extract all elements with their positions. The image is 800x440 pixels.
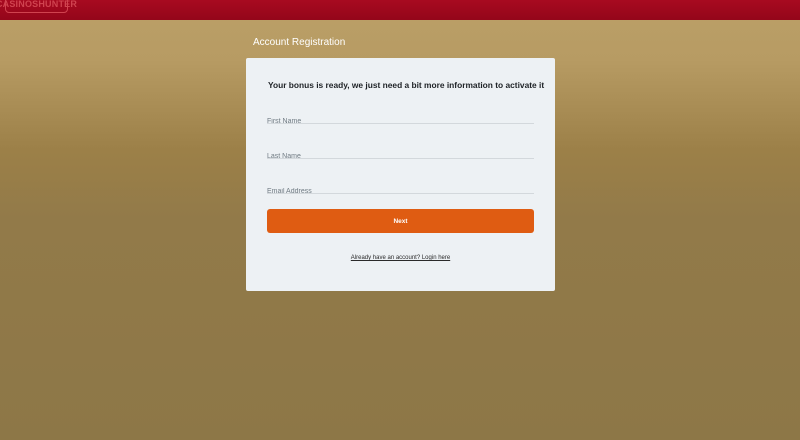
last-name-input[interactable] [267,150,534,163]
first-name-input[interactable] [267,115,534,128]
casinoshunter-logo[interactable]: CASINOSHUNTER [0,0,77,13]
email-input[interactable] [267,185,534,198]
form-heading: Your bonus is ready, we just need a bit … [268,80,545,90]
first-name-field [267,110,534,128]
registration-card: Your bonus is ready, we just need a bit … [246,58,555,291]
email-field [267,180,534,198]
top-bar: CASINOSHUNTER [0,0,800,20]
page-title: Account Registration [253,37,346,48]
last-name-field [267,145,534,163]
login-link[interactable]: Already have an account? Login here [246,255,555,261]
next-button[interactable]: Next [267,209,534,233]
